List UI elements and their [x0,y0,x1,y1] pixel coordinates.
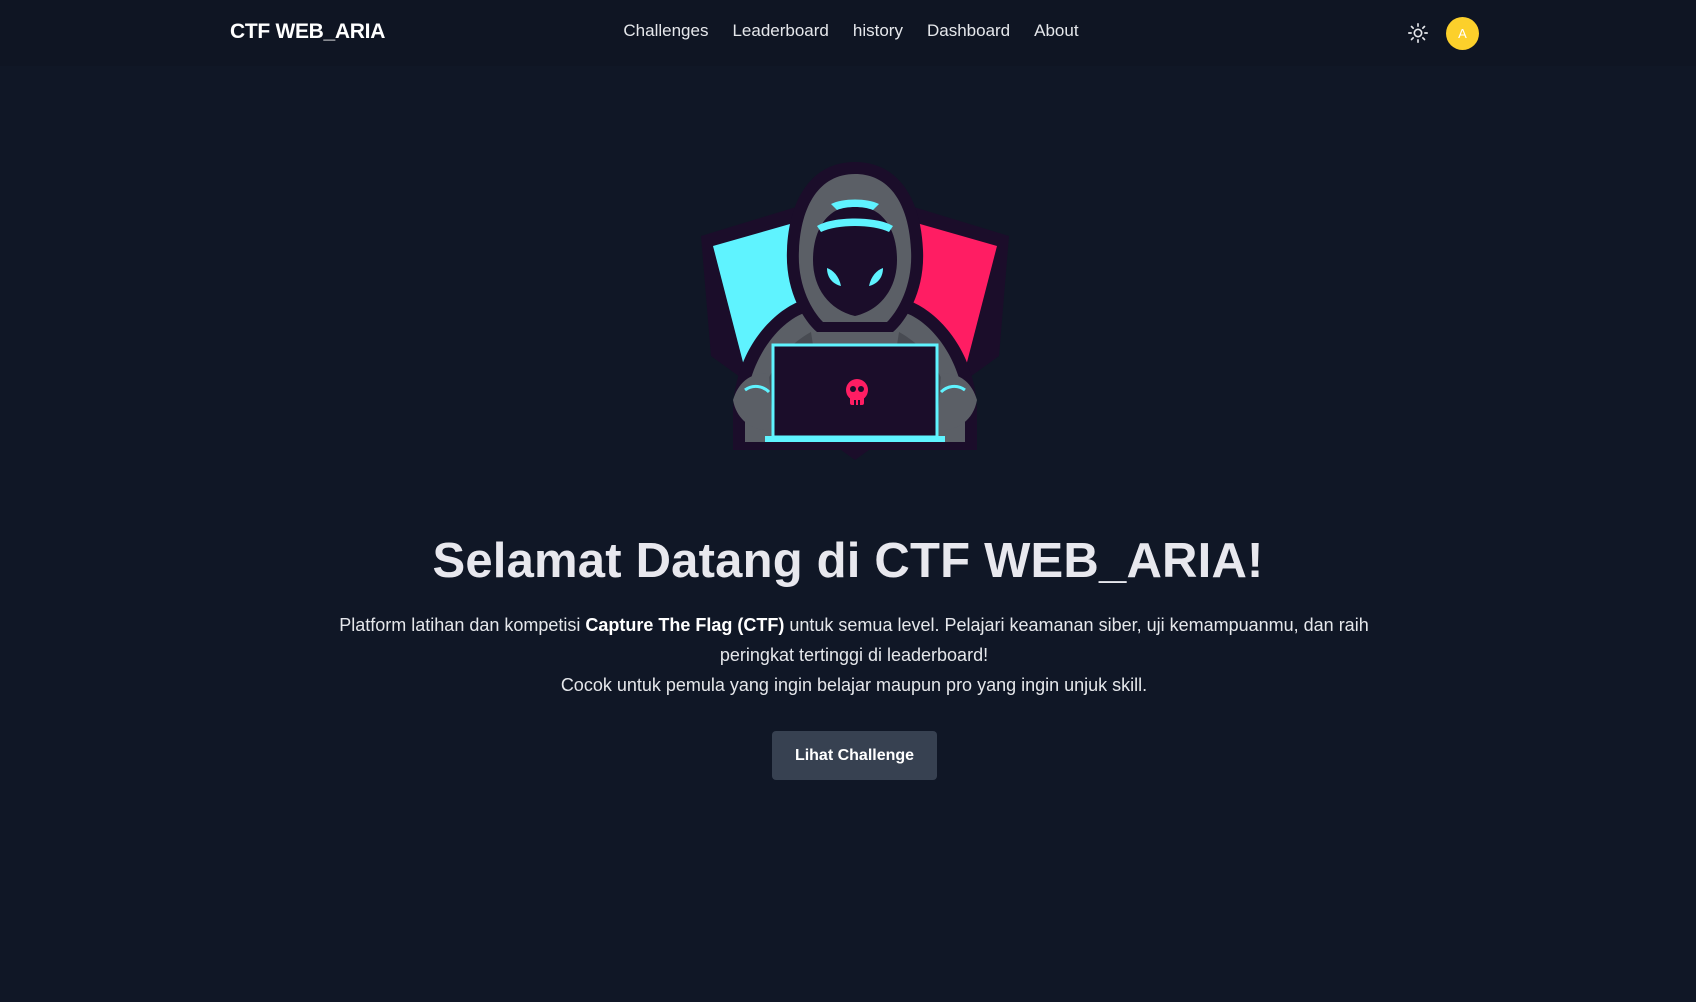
hero-desc-part1: Platform latihan dan kompetisi [339,615,586,635]
nav-link-challenges[interactable]: Challenges [623,21,708,41]
nav-link-about[interactable]: About [1034,21,1078,41]
hero-desc-line2: Cocok untuk pemula yang ingin belajar ma… [560,675,1148,695]
nav-links: Challenges Leaderboard history Dashboard… [0,21,1696,41]
view-challenge-button[interactable]: Lihat Challenge [772,731,937,780]
nav-link-dashboard[interactable]: Dashboard [927,21,1010,41]
sun-icon [1408,23,1428,43]
navbar: CTF WEB_ARIA Challenges Leaderboard hist… [0,0,1696,66]
hero-title: Selamat Datang di CTF WEB_ARIA! [432,534,1264,588]
user-avatar[interactable]: A [1446,17,1479,50]
nav-link-leaderboard[interactable]: Leaderboard [732,21,828,41]
nav-link-history[interactable]: history [853,21,903,41]
theme-toggle-button[interactable] [1407,22,1429,44]
hero-desc-part2: untuk semua level. Pelajari keamanan sib… [719,615,1369,665]
hero-desc-bold: Capture The Flag (CTF) [585,615,785,635]
hero-description: Platform latihan dan kompetisi Capture T… [320,610,1388,700]
hooded-hacker-logo-icon [701,162,1009,460]
